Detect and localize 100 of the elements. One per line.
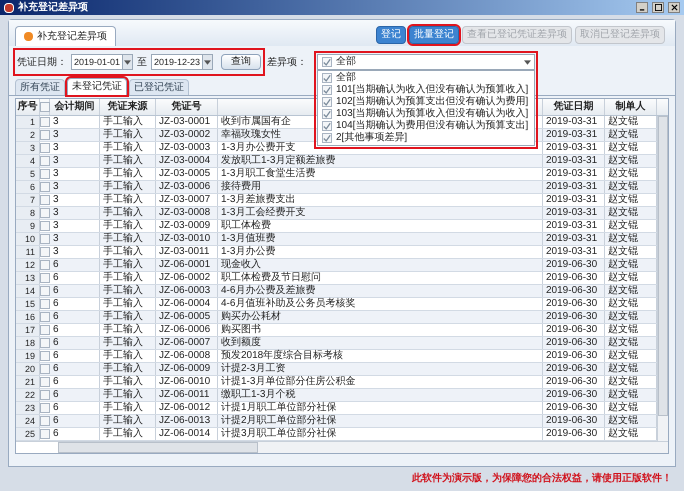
table-cell: 2019-06-30 [546,325,598,335]
row-checkbox[interactable] [40,260,50,270]
row-checkbox[interactable] [40,312,50,322]
table-cell: 购买办公耗材 [221,312,281,322]
table-cell: 6 [53,377,59,387]
table-cell: 手工输入 [103,390,143,400]
table-cell: JZ-03-0003 [159,143,210,153]
table-cell: JZ-03-0010 [159,234,210,244]
row-checkbox[interactable] [40,234,50,244]
row-number: 7 [30,196,35,204]
table-cell: 3 [53,234,59,244]
toolbar-button[interactable]: 登记 [376,26,406,44]
checkbox[interactable] [322,109,332,119]
row-checkbox[interactable] [40,390,50,400]
horizontal-scrollbar[interactable] [16,441,668,453]
row-number: 3 [30,144,35,152]
table-cell: JZ-06-0005 [159,312,210,322]
date-field[interactable]: 2019-12-23 [151,54,213,70]
dropdown-option[interactable]: 102[当期确认为预算支出但没有确认为费用] [336,97,528,107]
table-cell: 2019-06-30 [546,286,598,296]
row-checkbox[interactable] [40,169,50,179]
dropdown-option[interactable]: 全部 [336,73,356,83]
checkbox[interactable] [322,57,332,67]
table-cell: 赵文锟 [608,390,638,400]
row-checkbox[interactable] [40,377,50,387]
column-header[interactable]: 凭证来源 [108,102,148,112]
row-checkbox[interactable] [40,182,50,192]
table-cell: JZ-06-0014 [159,429,210,439]
row-number: 9 [30,222,35,230]
table-cell: 购买图书 [221,325,261,335]
dropdown-option[interactable]: 104[当期确认为费用但没有确认为预算支出] [336,121,528,131]
table-cell: 2019-03-31 [546,234,598,244]
dropdown-button[interactable] [202,55,212,69]
table-cell: 2019-03-31 [546,208,598,218]
table-cell: 2019-03-31 [546,169,598,179]
table-cell: 赵文锟 [608,208,638,218]
checkbox[interactable] [322,97,332,107]
query-button[interactable]: 查询 [221,54,261,70]
close-button[interactable] [668,2,680,13]
table-cell: 6 [53,325,59,335]
row-checkbox[interactable] [40,221,50,231]
panel-tab[interactable]: 补充登记差异项 [15,26,116,46]
row-checkbox[interactable] [40,416,50,426]
table-cell: 3 [53,169,59,179]
select-all-checkbox[interactable] [40,102,50,112]
minimize-button[interactable] [636,2,648,13]
row-checkbox[interactable] [40,208,50,218]
table-cell: 手工输入 [103,312,143,322]
checkbox[interactable] [322,133,332,143]
dropdown-option[interactable]: 2[其他事项差异] [336,133,408,143]
table-cell: 2019-06-30 [546,260,598,270]
table-cell: 赵文锟 [608,182,638,192]
table-cell: 赵文锟 [608,260,638,270]
column-header[interactable]: 凭证日期 [554,102,594,112]
table-cell: 2019-03-31 [546,143,598,153]
row-checkbox[interactable] [40,130,50,140]
maximize-button[interactable] [652,2,664,13]
vertical-scrollbar[interactable] [657,116,668,441]
minimize-icon [639,9,644,11]
table-cell: 6 [53,364,59,374]
checkbox[interactable] [322,85,332,95]
diff-label: 差异项： [267,56,307,70]
row-checkbox[interactable] [40,351,50,361]
checkbox[interactable] [322,73,332,83]
row-checkbox[interactable] [40,325,50,335]
column-header[interactable]: 序号 [18,102,38,112]
row-checkbox[interactable] [40,403,50,413]
row-checkbox[interactable] [40,286,50,296]
dropdown-option[interactable]: 103[当期确认为预算收入但没有确认为收入] [336,109,528,119]
row-checkbox[interactable] [40,299,50,309]
row-checkbox[interactable] [40,338,50,348]
table-cell: 2019-06-30 [546,273,598,283]
row-checkbox[interactable] [40,364,50,374]
table-cell: 6 [53,390,59,400]
tab[interactable]: 所有凭证 [15,79,65,95]
row-number: 5 [30,170,35,178]
row-checkbox[interactable] [40,195,50,205]
table-cell: 手工输入 [103,299,143,309]
tab[interactable]: 已登记凭证 [129,79,189,95]
dropdown-button[interactable] [122,55,132,69]
dropdown-option[interactable]: 101[当期确认为收入但没有确认为预算收入] [336,85,528,95]
row-checkbox[interactable] [40,143,50,153]
date-field[interactable]: 2019-01-01 [71,54,133,70]
row-number: 18 [24,338,35,348]
column-header[interactable]: 制单人 [616,102,646,112]
close-icon [670,4,678,11]
diff-dropdown[interactable]: 全部 [317,54,535,70]
column-header[interactable]: 会计期间 [54,102,94,112]
app-icon [4,2,14,12]
table-cell: 赵文锟 [608,247,638,257]
checkbox[interactable] [322,121,332,131]
column-header[interactable]: 凭证号 [172,102,202,112]
row-checkbox[interactable] [40,156,50,166]
table-cell: 缴职工1-3月个税 [221,390,296,400]
row-checkbox[interactable] [40,273,50,283]
row-checkbox[interactable] [40,247,50,257]
row-checkbox[interactable] [40,117,50,127]
row-checkbox[interactable] [40,429,50,439]
toolbar-button[interactable]: 批量登记 [409,26,459,44]
tab[interactable]: 未登记凭证 [67,78,127,95]
